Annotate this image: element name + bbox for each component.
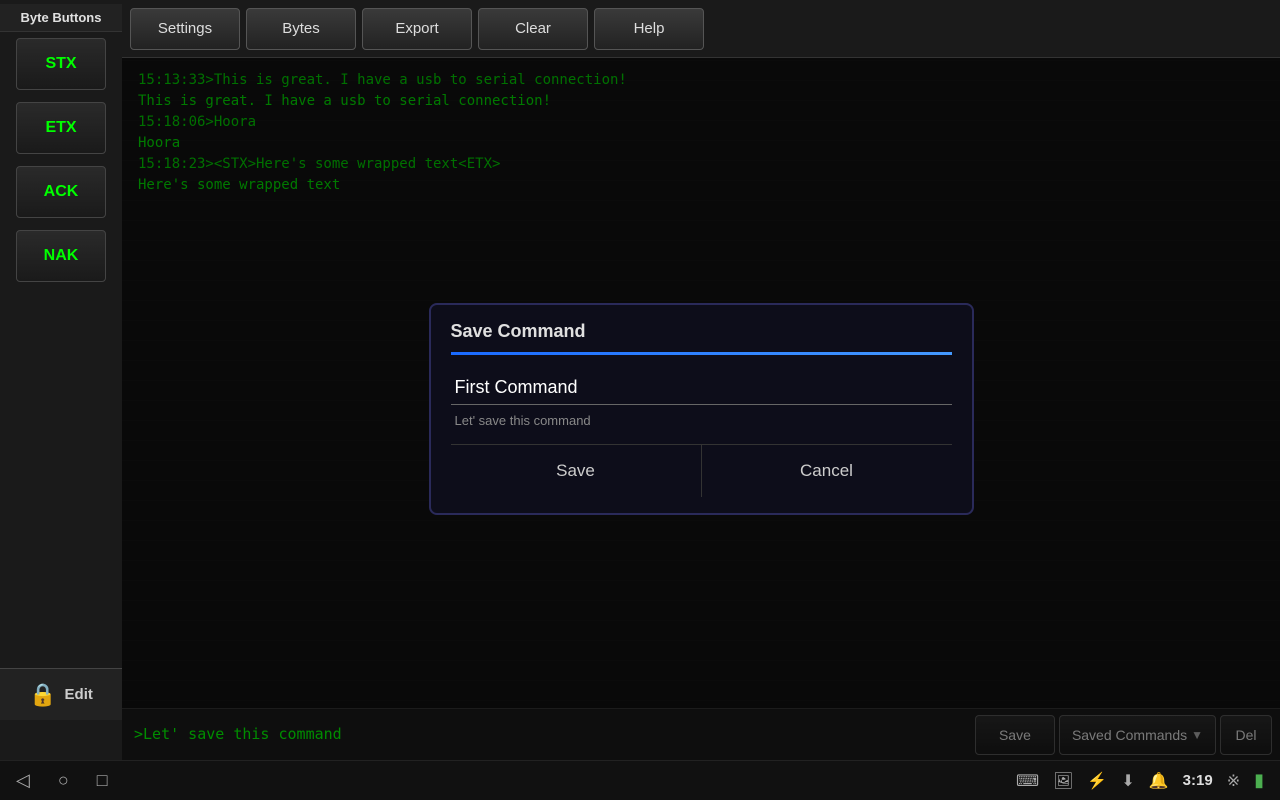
nav-right: ⌨ 🖼 ⚡ ⬇ 🔔 3:19 ※ ▮ [1016,770,1264,791]
etx-button[interactable]: ETX [16,102,106,154]
dialog-buttons: Save Cancel [451,445,952,497]
home-icon[interactable]: ○ [58,770,69,791]
console-area: 15:13:33>This is great. I have a usb to … [122,58,1280,760]
dialog-header: Save Command [431,305,972,355]
command-name-input[interactable] [451,371,952,405]
dialog-title: Save Command [451,321,952,352]
stx-button[interactable]: STX [16,38,106,90]
nav-left: ◁ ○ □ [16,770,108,791]
dialog-save-button[interactable]: Save [451,445,701,497]
tab-export[interactable]: Export [362,8,472,50]
edit-label: Edit [65,686,93,703]
dialog-divider-blue [451,352,952,355]
time-display: 3:19 [1183,772,1213,789]
tab-settings[interactable]: Settings [130,8,240,50]
recent-apps-icon[interactable]: □ [97,770,108,791]
tab-help[interactable]: Help [594,8,704,50]
tab-bar: Settings Bytes Export Clear Help [122,0,1280,58]
edit-button-area[interactable]: 🔒 Edit [0,668,122,720]
dialog-body: Let' save this command Save Cancel [431,371,972,513]
save-command-dialog: Save Command Let' save this command Save… [429,303,974,515]
sidebar-title: Byte Buttons [0,4,122,32]
wifi-icon: ※ [1227,771,1240,791]
nak-button[interactable]: NAK [16,230,106,282]
battery-icon: ▮ [1254,770,1264,791]
lock-icon: 🔒 [29,682,56,708]
back-icon[interactable]: ◁ [16,770,30,791]
nav-bar: ◁ ○ □ ⌨ 🖼 ⚡ ⬇ 🔔 3:19 ※ ▮ [0,760,1280,800]
usb-icon: ⚡ [1087,771,1107,791]
tab-clear[interactable]: Clear [478,8,588,50]
dialog-overlay: Save Command Let' save this command Save… [122,58,1280,760]
main-area: Settings Bytes Export Clear Help 15:13:3… [122,0,1280,760]
alert-icon: 🔔 [1149,771,1169,791]
gallery-icon: 🖼 [1053,771,1073,791]
dialog-cancel-button[interactable]: Cancel [702,445,952,497]
ack-button[interactable]: ACK [16,166,106,218]
keyboard-icon: ⌨ [1016,771,1039,791]
dialog-subtitle: Let' save this command [451,413,952,428]
tab-bytes[interactable]: Bytes [246,8,356,50]
sidebar: Byte Buttons STX ETX ACK NAK 🔒 Edit [0,0,122,760]
download-icon: ⬇ [1121,771,1134,791]
